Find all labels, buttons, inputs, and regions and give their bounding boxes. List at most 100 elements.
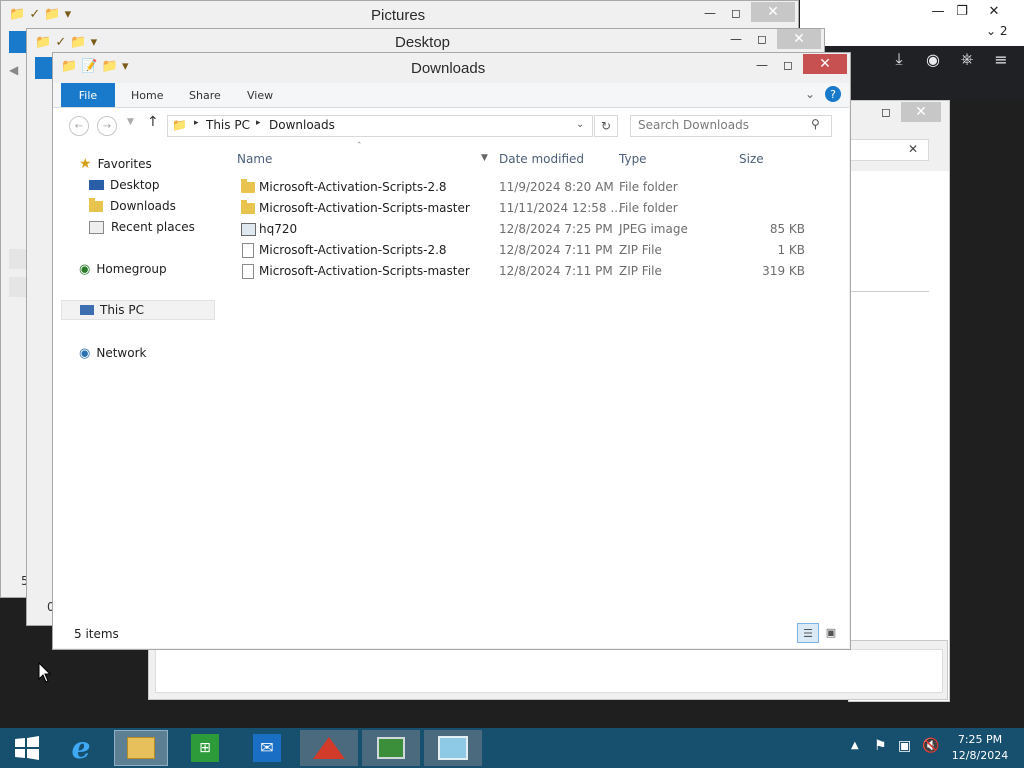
address-dropdown-icon[interactable]: ⌄ (576, 119, 584, 130)
new-folder-icon[interactable]: 📝 (81, 59, 97, 74)
file-explorer-button[interactable] (114, 730, 168, 766)
window-title: Desktop (395, 34, 451, 51)
maximize-button[interactable]: ◻ (725, 3, 747, 23)
internet-explorer-button[interactable]: e (54, 730, 108, 766)
close-button[interactable]: ✕ (751, 2, 795, 22)
breadcrumb-chevron-icon[interactable]: ▸ (194, 118, 199, 128)
file-row[interactable]: Microsoft-Activation-Scripts-master 12/8… (233, 261, 813, 282)
desktop-icon (89, 180, 104, 190)
breadcrumb-chevron-icon[interactable]: ▸ (256, 118, 261, 128)
app-button[interactable] (362, 730, 420, 766)
restore-button[interactable]: ❐ (948, 0, 976, 22)
up-icon[interactable]: ↑ (147, 114, 159, 130)
store-button[interactable]: ⊞ (178, 730, 232, 766)
clock-date: 12/8/2024 (951, 749, 1009, 762)
divider (849, 291, 929, 292)
volume-muted-icon[interactable]: 🔇 (922, 738, 939, 754)
close-button[interactable]: ✕ (901, 102, 941, 122)
file-name: Microsoft-Activation-Scripts-master (259, 264, 470, 278)
tab-count-indicator[interactable]: ⌄ 2 (986, 24, 1008, 38)
file-name: Microsoft-Activation-Scripts-2.8 (259, 180, 447, 194)
file-date: 12/8/2024 7:11 PM (499, 243, 613, 257)
zip-file-icon (242, 264, 254, 279)
store-icon: ⊞ (191, 734, 219, 762)
file-explorer-icon (127, 737, 155, 759)
mail-button[interactable]: ✉ (240, 730, 294, 766)
computer-icon (80, 305, 94, 315)
nav-desktop[interactable]: Desktop (89, 175, 160, 195)
quick-access-toolbar[interactable]: 📁 ✓ 📁 ▾ (9, 7, 105, 25)
extensions-icon[interactable]: ⎈ (954, 46, 980, 72)
item-count: 5 items (74, 627, 119, 641)
tab-file[interactable]: File (61, 83, 115, 107)
column-type[interactable]: Type (619, 148, 729, 170)
show-hidden-icons-icon[interactable]: ▲ (851, 740, 859, 751)
app-button[interactable] (424, 730, 482, 766)
close-button[interactable]: ✕ (980, 0, 1008, 22)
recent-locations-icon[interactable]: ▼ (127, 117, 134, 127)
customize-dropdown-icon[interactable]: ▾ (122, 59, 129, 74)
column-name[interactable]: Name ˆ ▼ (237, 142, 493, 170)
file-row[interactable]: hq720 12/8/2024 7:25 PM JPEG image 85 KB (233, 219, 813, 240)
back-icon[interactable]: ← (69, 116, 89, 136)
tab-share[interactable]: Share (189, 83, 221, 107)
minimize-button[interactable]: — (751, 55, 773, 75)
network-status-icon[interactable]: ▣ (898, 738, 911, 754)
action-center-icon[interactable]: ⚑ (874, 738, 887, 754)
nav-downloads[interactable]: Downloads (89, 196, 176, 216)
status-bar: 5 items ☰ ▣ (53, 618, 849, 648)
refresh-icon[interactable]: ↻ (594, 115, 618, 137)
search-input[interactable]: Search Downloads ⚲ (630, 115, 832, 137)
content-area (155, 649, 943, 693)
search-field[interactable]: ✕ (849, 139, 929, 161)
app-button[interactable] (300, 730, 358, 766)
tab-home[interactable]: Home (131, 83, 163, 107)
quick-access-toolbar[interactable]: 📁 📝 📁 ▾ (61, 59, 157, 77)
nav-this-pc[interactable]: This PC (61, 300, 215, 320)
nav-recent-places[interactable]: Recent places (89, 217, 195, 237)
nav-favorites[interactable]: ★ Favorites (79, 154, 152, 174)
downloads-window[interactable]: 📁 📝 📁 ▾ Downloads — ◻ ✕ File Home Share … (52, 52, 851, 650)
navigation-pane: ★ Favorites Desktop Downloads Recent plac… (53, 142, 223, 618)
close-button[interactable]: ✕ (803, 54, 847, 74)
start-button[interactable] (0, 730, 54, 766)
large-icons-view-icon[interactable]: ▣ (821, 623, 841, 641)
breadcrumb-downloads[interactable]: Downloads (269, 118, 335, 132)
quick-access-toolbar[interactable]: 📁 ✓ 📁 ▾ (35, 35, 131, 53)
maximize-button[interactable]: ◻ (751, 29, 773, 49)
file-row[interactable]: Microsoft-Activation-Scripts-master 11/1… (233, 198, 813, 219)
address-bar[interactable]: 📁 ▸ This PC ▸ Downloads ⌄ (167, 115, 593, 137)
file-row[interactable]: Microsoft-Activation-Scripts-2.8 12/8/20… (233, 240, 813, 261)
clock[interactable]: 7:25 PM 12/8/2024 (950, 732, 1010, 764)
background-window: ◻ ✕ ✕ (848, 100, 950, 702)
file-name: Microsoft-Activation-Scripts-master (259, 201, 470, 215)
details-view-icon[interactable]: ☰ (797, 623, 819, 643)
forward-icon[interactable]: → (97, 116, 117, 136)
clear-icon[interactable]: ✕ (908, 142, 918, 156)
properties-icon[interactable]: 📁 (61, 59, 77, 74)
column-size[interactable]: Size (739, 148, 809, 170)
file-tab[interactable] (9, 31, 27, 53)
security-app-icon (313, 737, 345, 759)
download-icon[interactable]: ⤓ (886, 46, 912, 72)
file-type: ZIP File (619, 243, 662, 257)
maximize-button[interactable]: ◻ (777, 55, 799, 75)
column-date-modified[interactable]: Date modified (499, 148, 609, 170)
help-icon[interactable]: ? (825, 86, 841, 102)
menu-icon[interactable]: ≡ (988, 46, 1014, 72)
minimize-button[interactable]: — (725, 29, 747, 49)
profile-icon[interactable]: ◉ (920, 46, 946, 72)
column-filter-icon[interactable]: ▼ (481, 153, 488, 163)
restore-button[interactable]: ◻ (875, 103, 897, 121)
close-button[interactable]: ✕ (777, 29, 821, 49)
expand-ribbon-icon[interactable]: ⌄ (805, 87, 815, 101)
breadcrumb-thispc[interactable]: This PC (206, 118, 250, 132)
search-icon[interactable]: ⚲ (811, 117, 820, 131)
folder-icon[interactable]: 📁 (102, 59, 118, 74)
file-tab[interactable] (35, 57, 53, 79)
nav-homegroup[interactable]: ◉ Homegroup (79, 259, 167, 279)
tab-view[interactable]: View (247, 83, 273, 107)
nav-network[interactable]: ◉ Network (79, 343, 146, 363)
minimize-button[interactable]: — (699, 3, 721, 23)
file-row[interactable]: Microsoft-Activation-Scripts-2.8 11/9/20… (233, 177, 813, 198)
